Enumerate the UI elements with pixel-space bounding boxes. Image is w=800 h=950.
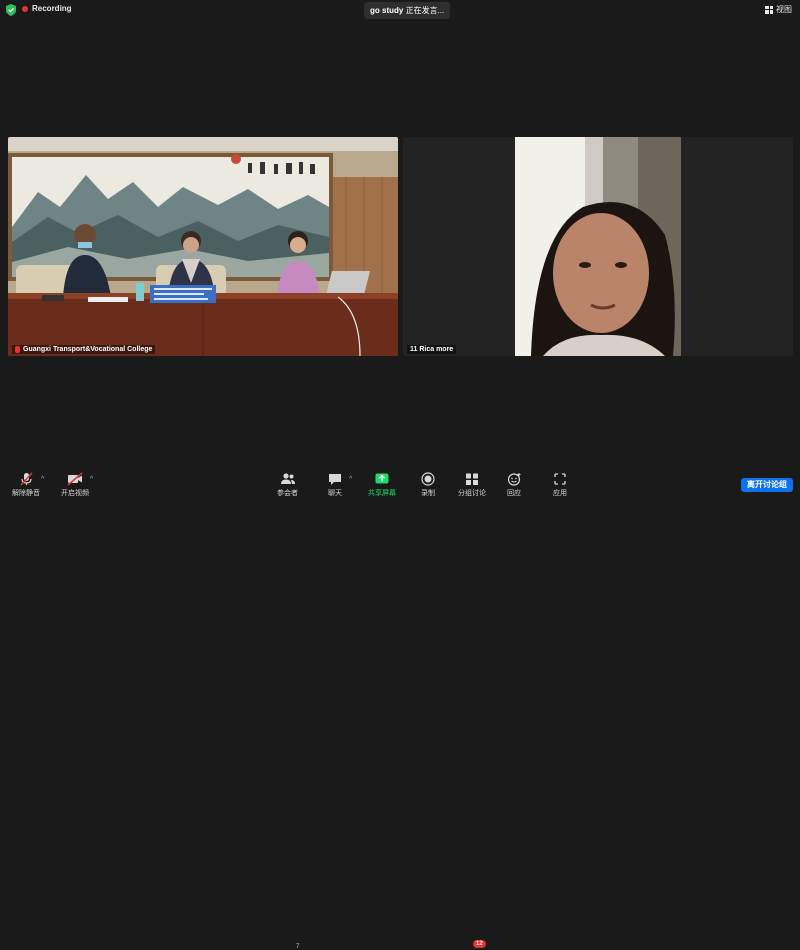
share-screen-label: 共享屏幕 [368,490,396,497]
leave-breakout-room-button[interactable]: 离开讨论组 [741,478,793,492]
video-tile-rica[interactable]: 11 Rica more [403,137,793,356]
breakout-rooms-icon [466,473,478,485]
participant-name: 11 Rica more [410,346,454,353]
apps-label: 应用 [553,490,567,497]
audio-options-chevron-icon[interactable]: ^ [41,476,44,483]
recording-label: Recording [32,4,72,13]
record-label: 录制 [421,490,435,497]
breakout-badge: 12 [473,940,486,948]
share-screen-button[interactable]: 共享屏幕 [368,472,396,498]
mic-muted-icon [20,472,33,486]
chat-label: 聊天 [328,490,342,497]
speaker-name: go study [370,6,404,15]
share-screen-icon [375,473,389,484]
apps-icon [554,473,566,485]
reactions-button[interactable]: 回应 [506,472,522,498]
grid-view-icon [765,5,773,14]
chat-icon [329,474,341,485]
participants-button[interactable]: 参会者 [277,472,298,498]
video-options-chevron-icon[interactable]: ^ [90,476,93,483]
recording-dot-icon [22,5,28,12]
record-button[interactable]: 录制 [420,472,436,498]
participant-name: Guangxi Transport&Vocational College [23,346,153,353]
video-tile-college[interactable]: Guangxi Transport&Vocational College [8,137,398,356]
video-feed-meeting-room [8,137,398,356]
participants-count: 7 [296,944,300,950]
unmute-button[interactable]: 解除静音 [12,472,40,498]
breakout-rooms-button[interactable]: 分组讨论 [458,472,486,498]
tile-name-label: 11 Rica more [407,345,457,354]
view-label: 视图 [776,5,792,14]
tile-name-label: Guangxi Transport&Vocational College [12,345,156,354]
unmute-label: 解除静音 [12,490,40,497]
top-bar: Recording go study 正在发言... 视图 [0,0,800,20]
participants-icon [280,473,295,484]
chat-button[interactable]: 聊天 [327,472,343,498]
view-button[interactable]: 视图 [765,4,792,15]
speaker-status: 正在发言... [405,6,445,15]
muted-mic-icon [15,346,20,353]
meeting-toolbar: 解除静音 ^ 开启视频 ^ 参会者 7 ^ 聊天 共享屏幕 录制 分组讨论 12… [0,468,800,950]
start-video-label: 开启视频 [61,490,89,497]
video-feed-rica [403,137,793,356]
video-off-icon [67,472,83,486]
reactions-icon [507,473,521,486]
shield-icon[interactable] [6,4,16,16]
breakout-rooms-label: 分组讨论 [458,490,486,497]
participants-label: 参会者 [277,490,298,497]
start-video-button[interactable]: 开启视频 [61,472,89,498]
apps-button[interactable]: 应用 [552,472,568,498]
record-icon [421,472,435,486]
recording-indicator[interactable]: Recording [22,4,72,13]
reactions-label: 回应 [507,490,521,497]
active-speaker-pill: go study 正在发言... [364,2,451,19]
chat-options-chevron-icon[interactable]: ^ [349,476,352,483]
